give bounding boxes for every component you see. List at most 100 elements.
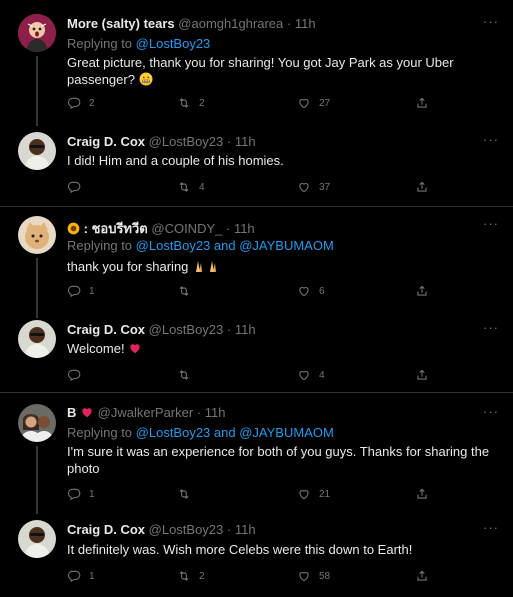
mention-link[interactable]: @LostBoy23 [136,238,211,253]
like-button[interactable]: 6 [297,284,325,298]
tweet-body: Welcome! [67,341,125,356]
tweet-text: I'm sure it was an experience for both o… [67,444,490,476]
thread-line [36,446,38,514]
reply-button[interactable]: 1 [67,284,95,298]
share-icon [415,487,429,501]
reply-icon [67,284,81,298]
mention-link[interactable]: @LostBoy23 [136,36,211,51]
avatar[interactable] [18,14,56,52]
reply-button[interactable]: 2 [67,96,95,110]
author-handle[interactable]: @LostBoy23 [149,134,224,149]
author-name[interactable]: : ชอบรีทวีต [84,221,148,236]
tweet-header: Craig D. Cox @LostBoy23 · 11h [67,134,256,149]
replying-prefix: Replying to [67,36,136,51]
retweet-button[interactable] [177,487,199,501]
tweet-text: thank you for sharing [67,258,497,277]
author-name[interactable]: Craig D. Cox [67,134,145,149]
share-icon [415,284,429,298]
like-button[interactable]: 21 [297,487,330,501]
more-options-icon[interactable]: ··· [483,14,499,29]
tweet-header: More (salty) tears @aomgh1ghrarea · 11h [67,16,316,31]
timestamp[interactable]: · 11h [197,405,226,420]
share-button[interactable] [415,487,429,501]
tweet-actions: 4 37 [67,180,447,196]
thread-line [36,258,38,318]
tweet-actions: 1 21 [67,487,447,503]
timestamp[interactable]: · 11h [227,522,256,537]
reply-button[interactable]: 1 [67,487,95,501]
reply-count: 1 [89,570,95,582]
retweet-button[interactable]: 2 [177,96,205,110]
like-count: 58 [319,570,331,582]
avatar[interactable] [18,216,56,254]
author-handle[interactable]: @LostBoy23 [149,522,224,537]
folded-hands-icon [192,259,220,277]
share-button[interactable] [415,569,429,583]
more-options-icon[interactable]: ··· [483,320,499,335]
share-icon [415,96,429,110]
author-name[interactable]: B [67,405,76,420]
tweet-header: Craig D. Cox @LostBoy23 · 11h [67,522,256,537]
mention-link[interactable]: @LostBoy23 [136,425,211,440]
more-options-icon[interactable]: ··· [483,404,499,419]
retweet-count: 2 [199,570,205,582]
share-button[interactable] [415,96,429,110]
like-button[interactable]: 37 [297,180,330,194]
mention-link[interactable]: @JAYBUMAOM [239,238,334,253]
red-heart-icon [128,341,142,359]
reply-icon [67,96,81,110]
like-button[interactable]: 58 [297,569,330,583]
author-handle[interactable]: @aomgh1ghrarea [178,16,283,31]
reply-button[interactable]: 1 [67,569,95,583]
mention-link[interactable]: @JAYBUMAOM [239,425,334,440]
reply-button[interactable] [67,180,89,194]
share-button[interactable] [415,368,429,382]
tweet-body: thank you for sharing [67,259,189,274]
retweet-icon [177,487,191,501]
replying-prefix: Replying to [67,425,136,440]
heart-icon [297,487,311,501]
share-icon [415,569,429,583]
avatar[interactable] [18,132,56,170]
tweet-text: Great picture, thank you for sharing! Yo… [67,54,497,90]
tweet-actions: 1 6 [67,284,447,300]
more-options-icon[interactable]: ··· [483,520,499,535]
share-button[interactable] [415,180,429,194]
reply-icon [67,180,81,194]
author-name[interactable]: Craig D. Cox [67,522,145,537]
replying-to: Replying to @LostBoy23 [67,36,210,51]
grimacing-emoji-icon [139,72,153,90]
avatar[interactable] [18,520,56,558]
share-button[interactable] [415,284,429,298]
retweet-button[interactable]: 2 [177,569,205,583]
heart-icon [297,96,311,110]
retweet-button[interactable] [177,284,199,298]
replying-to: Replying to @LostBoy23 and @JAYBUMAOM [67,425,334,440]
like-count: 27 [319,97,331,109]
retweet-button[interactable] [177,368,199,382]
reply-button[interactable] [67,368,89,382]
timestamp[interactable]: · 11h [227,134,256,149]
like-count: 6 [319,285,325,297]
retweet-button[interactable]: 4 [177,180,205,194]
author-handle[interactable]: @LostBoy23 [149,322,224,337]
avatar[interactable] [18,404,56,442]
like-count: 21 [319,488,331,500]
red-heart-icon [80,405,94,422]
author-name[interactable]: More (salty) tears [67,16,175,31]
author-name[interactable]: Craig D. Cox [67,322,145,337]
share-icon [415,368,429,382]
share-icon [415,180,429,194]
like-button[interactable]: 4 [297,368,325,382]
more-options-icon[interactable]: ··· [483,216,499,231]
timestamp[interactable]: · 11h [287,16,316,31]
author-handle[interactable]: @JwalkerParker [98,405,194,420]
author-handle[interactable]: @COINDY_ [151,221,222,236]
more-options-icon[interactable]: ··· [483,132,499,147]
like-button[interactable]: 27 [297,96,330,110]
reply-count: 2 [89,97,95,109]
timestamp[interactable]: · 11h [227,322,256,337]
timestamp[interactable]: · 11h [226,221,255,236]
avatar[interactable] [18,320,56,358]
replying-to: Replying to @LostBoy23 and @JAYBUMAOM [67,238,334,253]
